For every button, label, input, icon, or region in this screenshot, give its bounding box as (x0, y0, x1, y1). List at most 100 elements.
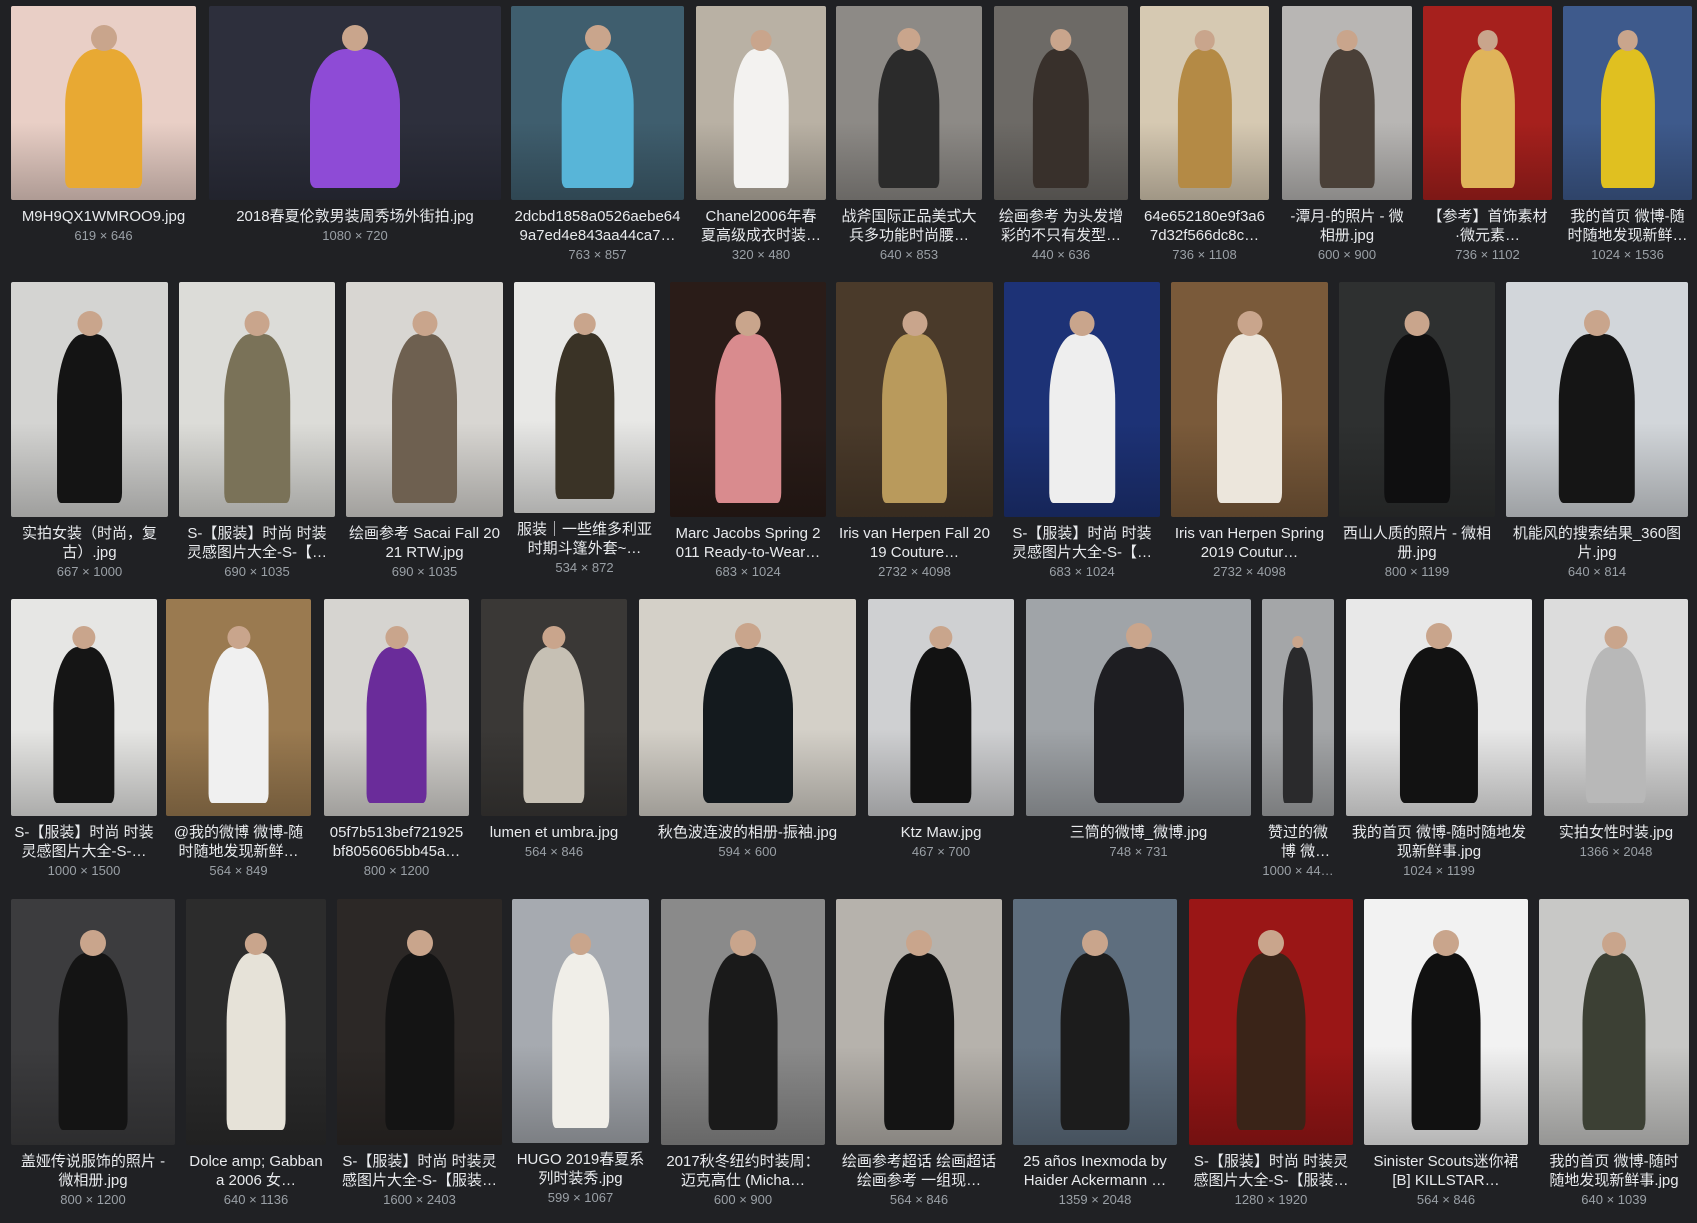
result-thumbnail[interactable] (1262, 599, 1334, 816)
result-title[interactable]: 64e652180e9f3a67d32f566dc8c… (1140, 207, 1269, 245)
result-thumbnail[interactable] (670, 282, 826, 517)
result-title[interactable]: Ktz Maw.jpg (868, 823, 1014, 842)
result-thumbnail[interactable] (512, 899, 649, 1143)
result-thumbnail[interactable] (346, 282, 503, 517)
result-title[interactable]: Sinister Scouts迷你裙 [B] KILLSTAR… (1364, 1152, 1528, 1190)
result-thumbnail[interactable] (1423, 6, 1552, 200)
result-tile[interactable]: 【参考】首饰素材·微元素… 736 × 1102 (1423, 6, 1552, 263)
result-tile[interactable]: HUGO 2019春夏系列时装秀.jpg 599 × 1067 (512, 899, 649, 1206)
result-title[interactable]: S-【服装】时尚 时装灵感图片大全-S-【… (1004, 524, 1160, 562)
result-thumbnail[interactable] (11, 6, 196, 200)
result-title[interactable]: Dolce amp; Gabbana 2006 女… (186, 1152, 326, 1190)
result-title[interactable]: HUGO 2019春夏系列时装秀.jpg (512, 1150, 649, 1188)
result-title[interactable]: 2dcbd1858a0526aebe649a7ed4e843aa44ca7… (511, 207, 684, 245)
result-title[interactable]: 实拍女性时装.jpg (1544, 823, 1688, 842)
result-tile[interactable]: 实拍女装（时尚，复古）.jpg 667 × 1000 (11, 282, 168, 580)
result-title[interactable]: 2017秋冬纽约时装周：迈克高仕 (Micha… (661, 1152, 825, 1190)
result-title[interactable]: 服装｜一些维多利亚时期斗篷外套~… (514, 520, 655, 558)
result-title[interactable]: Iris van Herpen Fall 2019 Couture… (836, 524, 993, 562)
result-tile[interactable]: 西山人质的照片 - 微相册.jpg 800 × 1199 (1339, 282, 1495, 580)
result-title[interactable]: 战斧国际正品美式大兵多功能时尚腰… (836, 207, 982, 245)
result-thumbnail[interactable] (1171, 282, 1328, 517)
result-thumbnail[interactable] (639, 599, 856, 816)
result-tile[interactable]: 三筒的微博_微博.jpg 748 × 731 (1026, 599, 1251, 860)
result-title[interactable]: 西山人质的照片 - 微相册.jpg (1339, 524, 1495, 562)
result-thumbnail[interactable] (1189, 899, 1353, 1145)
result-tile[interactable]: 2018春夏伦敦男装周秀场外街拍.jpg 1080 × 720 (209, 6, 501, 244)
result-thumbnail[interactable] (1339, 282, 1495, 517)
result-tile[interactable]: Chanel2006年春夏高级成衣时装… 320 × 480 (696, 6, 826, 263)
result-tile[interactable]: lumen et umbra.jpg 564 × 846 (481, 599, 627, 860)
result-tile[interactable]: 64e652180e9f3a67d32f566dc8c… 736 × 1108 (1140, 6, 1269, 263)
result-thumbnail[interactable] (166, 599, 311, 816)
result-tile[interactable]: 绘画参考超话 绘画超话 绘画参考 一组现… 564 × 846 (836, 899, 1002, 1208)
result-thumbnail[interactable] (11, 599, 157, 816)
result-title[interactable]: -潭月-的照片 - 微相册.jpg (1282, 207, 1412, 245)
result-title[interactable]: @我的微博 微博-随时随地发现新鲜… (166, 823, 311, 861)
result-title[interactable]: S-【服装】时尚 时装灵感图片大全-S-【服装… (337, 1152, 502, 1190)
result-title[interactable]: Iris van Herpen Spring 2019 Coutur… (1171, 524, 1328, 562)
result-tile[interactable]: 赞过的微博 微博-… 1000 × 44… (1262, 599, 1334, 879)
result-tile[interactable]: -潭月-的照片 - 微相册.jpg 600 × 900 (1282, 6, 1412, 263)
result-thumbnail[interactable] (868, 599, 1014, 816)
result-thumbnail[interactable] (324, 599, 469, 816)
result-thumbnail[interactable] (994, 6, 1128, 200)
result-thumbnail[interactable] (186, 899, 326, 1145)
result-title[interactable]: 05f7b513bef721925bf8056065bb45a… (324, 823, 469, 861)
result-title[interactable]: 绘画参考 为头发增彩的不只有发型… (994, 207, 1128, 245)
result-title[interactable]: 赞过的微博 微博-… (1262, 823, 1334, 861)
result-title[interactable]: 2018春夏伦敦男装周秀场外街拍.jpg (209, 207, 501, 226)
result-tile[interactable]: 2017秋冬纽约时装周：迈克高仕 (Micha… 600 × 900 (661, 899, 825, 1208)
result-title[interactable]: 绘画参考超话 绘画超话 绘画参考 一组现… (836, 1152, 1002, 1190)
result-tile[interactable]: 05f7b513bef721925bf8056065bb45a… 800 × 1… (324, 599, 469, 879)
result-thumbnail[interactable] (337, 899, 502, 1145)
result-thumbnail[interactable] (11, 899, 175, 1145)
result-tile[interactable]: Ktz Maw.jpg 467 × 700 (868, 599, 1014, 860)
result-thumbnail[interactable] (1539, 899, 1689, 1145)
result-title[interactable]: 25 años Inexmoda by Haider Ackermann … (1013, 1152, 1177, 1190)
result-title[interactable]: 实拍女装（时尚，复古）.jpg (11, 524, 168, 562)
result-title[interactable]: lumen et umbra.jpg (481, 823, 627, 842)
result-tile[interactable]: @我的微博 微博-随时随地发现新鲜… 564 × 849 (166, 599, 311, 879)
result-thumbnail[interactable] (1563, 6, 1692, 200)
result-tile[interactable]: 战斧国际正品美式大兵多功能时尚腰… 640 × 853 (836, 6, 982, 263)
result-tile[interactable]: Dolce amp; Gabbana 2006 女… 640 × 1136 (186, 899, 326, 1208)
result-tile[interactable]: 25 años Inexmoda by Haider Ackermann … 1… (1013, 899, 1177, 1208)
result-tile[interactable]: S-【服装】时尚 时装灵感图片大全-S-【服装… 1280 × 1920 (1189, 899, 1353, 1208)
result-title[interactable]: S-【服装】时尚 时装灵感图片大全-S-【… (179, 524, 335, 562)
result-tile[interactable]: 服装｜一些维多利亚时期斗篷外套~… 534 × 872 (514, 282, 655, 576)
result-tile[interactable]: S-【服装】时尚 时装灵感图片大全-S-… 1000 × 1500 (11, 599, 157, 879)
result-tile[interactable]: 秋色波连波的相册-振袖.jpg 594 × 600 (639, 599, 856, 860)
result-title[interactable]: 机能风的搜索结果_360图片.jpg (1506, 524, 1688, 562)
result-thumbnail[interactable] (481, 599, 627, 816)
result-thumbnail[interactable] (179, 282, 335, 517)
result-thumbnail[interactable] (836, 282, 993, 517)
result-thumbnail[interactable] (836, 6, 982, 200)
result-title[interactable]: 秋色波连波的相册-振袖.jpg (639, 823, 856, 842)
result-thumbnail[interactable] (511, 6, 684, 200)
result-tile[interactable]: Iris van Herpen Fall 2019 Couture… 2732 … (836, 282, 993, 580)
result-title[interactable]: 我的首页 微博-随时随地发现新鲜事.jpg (1346, 823, 1532, 861)
result-thumbnail[interactable] (836, 899, 1002, 1145)
result-tile[interactable]: S-【服装】时尚 时装灵感图片大全-S-【… 690 × 1035 (179, 282, 335, 580)
result-title[interactable]: 三筒的微博_微博.jpg (1026, 823, 1251, 842)
result-tile[interactable]: 机能风的搜索结果_360图片.jpg 640 × 814 (1506, 282, 1688, 580)
result-thumbnail[interactable] (11, 282, 168, 517)
result-thumbnail[interactable] (661, 899, 825, 1145)
result-tile[interactable]: 我的首页 微博-随时随地发现新鲜事.jpg 1024 × 1199 (1346, 599, 1532, 879)
result-tile[interactable]: Marc Jacobs Spring 2011 Ready-to-Wear… 6… (670, 282, 826, 580)
result-thumbnail[interactable] (1026, 599, 1251, 816)
result-tile[interactable]: Iris van Herpen Spring 2019 Coutur… 2732… (1171, 282, 1328, 580)
result-title[interactable]: S-【服装】时尚 时装灵感图片大全-S-【服装… (1189, 1152, 1353, 1190)
result-thumbnail[interactable] (696, 6, 826, 200)
result-thumbnail[interactable] (1004, 282, 1160, 517)
result-tile[interactable]: Sinister Scouts迷你裙 [B] KILLSTAR… 564 × 8… (1364, 899, 1528, 1208)
result-title[interactable]: M9H9QX1WMROO9.jpg (11, 207, 196, 226)
result-tile[interactable]: M9H9QX1WMROO9.jpg 619 × 646 (11, 6, 196, 244)
result-title[interactable]: 【参考】首饰素材·微元素… (1423, 207, 1552, 245)
result-tile[interactable]: 我的首页 微博-随时随地发现新鲜事.jpg 640 × 1039 (1539, 899, 1689, 1208)
result-tile[interactable]: 绘画参考 为头发增彩的不只有发型… 440 × 636 (994, 6, 1128, 263)
result-tile[interactable]: 我的首页 微博-随时随地发现新鲜… 1024 × 1536 (1563, 6, 1692, 263)
result-tile[interactable]: 盖娅传说服饰的照片 - 微相册.jpg 800 × 1200 (11, 899, 175, 1208)
result-title[interactable]: Chanel2006年春夏高级成衣时装… (696, 207, 826, 245)
